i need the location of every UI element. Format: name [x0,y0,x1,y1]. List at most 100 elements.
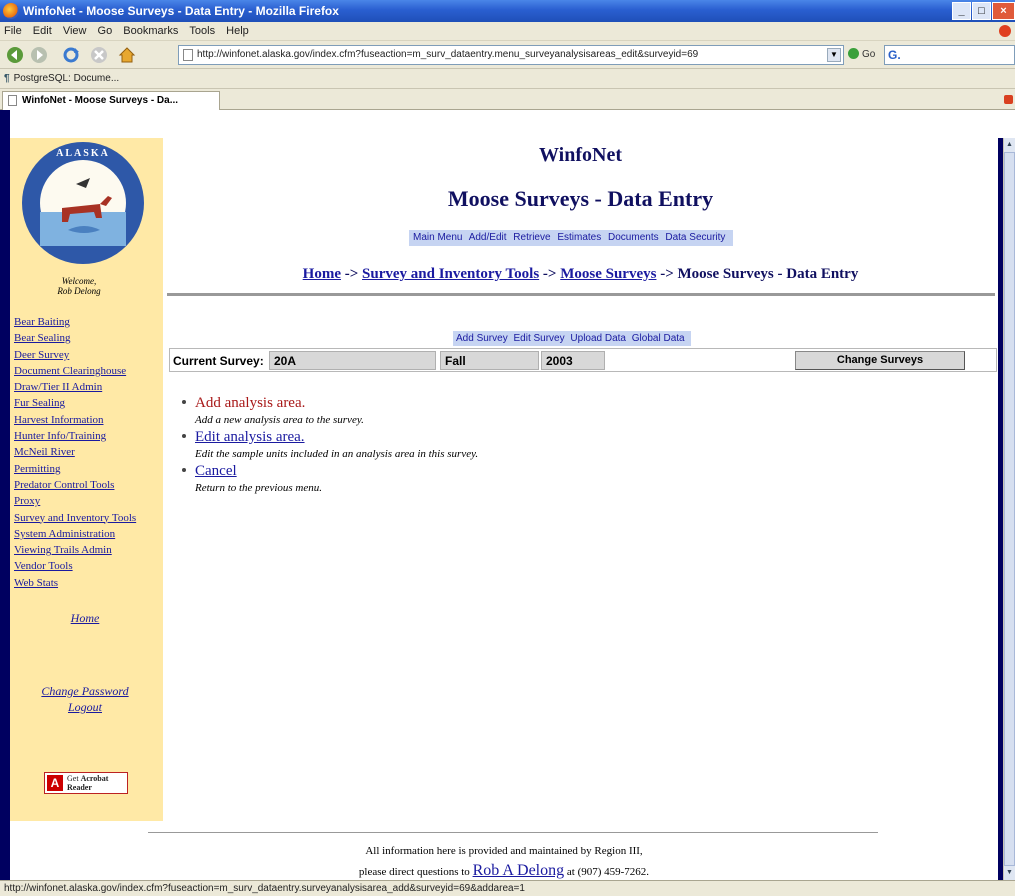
acrobat-get: Get [67,774,79,783]
vertical-scrollbar[interactable]: ▲ ▼ [1003,138,1015,880]
sidebar-item-proxy[interactable]: Proxy [14,493,164,509]
subnav-global-data[interactable]: Global Data [632,333,685,344]
url-dropdown-icon[interactable]: ▼ [827,48,841,62]
bullet-icon [182,400,186,404]
menu-file[interactable]: File [0,22,26,37]
breadcrumb-survey-tools[interactable]: Survey and Inventory Tools [362,266,539,282]
sidebar-item-bear-baiting[interactable]: Bear Baiting [14,314,164,330]
home-icon[interactable] [118,46,136,64]
sidebar-item-predator-control[interactable]: Predator Control Tools [14,477,164,493]
page-icon [183,49,193,61]
footer-divider [148,832,878,833]
scroll-down-icon[interactable]: ▼ [1004,866,1015,880]
breadcrumb-home[interactable]: Home [303,266,341,282]
reload-icon[interactable] [62,46,80,64]
breadcrumb-moose-surveys[interactable]: Moose Surveys [560,266,656,282]
footer-line2-post: at (907) 459-7262. [566,866,650,878]
firefox-icon [3,3,19,19]
sidebar-item-fur-sealing[interactable]: Fur Sealing [14,395,164,411]
sidebar-item-deer-survey[interactable]: Deer Survey [14,347,164,363]
site-title: WinfoNet [539,144,622,166]
tab-winfonet[interactable]: WinfoNet - Moose Surveys - Da... [2,91,220,110]
close-tab-icon[interactable] [1004,95,1013,104]
footer: All information here is provided and mai… [10,842,998,882]
bookmark-label: PostgreSQL: Docume... [13,73,120,84]
forward-arrow-icon[interactable] [30,46,48,64]
nav-data-security[interactable]: Data Security [665,232,725,243]
stop-icon[interactable] [90,46,108,64]
throbber-icon [999,25,1011,37]
url-text[interactable]: http://winfonet.alaska.gov/index.cfm?fus… [197,49,698,60]
list-item: Add analysis area. Add a new analysis ar… [182,394,882,428]
url-bar[interactable]: http://winfonet.alaska.gov/index.cfm?fus… [178,45,844,65]
change-password-link[interactable]: Change Password [41,684,128,698]
logo-text: ALASKA [56,148,110,159]
sidebar-item-hunter-info[interactable]: Hunter Info/Training [14,428,164,444]
nav-retrieve[interactable]: Retrieve [513,232,550,243]
close-window-button[interactable]: × [992,2,1015,20]
current-survey-bar: Current Survey: 20A Fall 2003 Change Sur… [169,348,997,372]
logout-link[interactable]: Logout [68,700,102,714]
bookmarks-toolbar: ¶ PostgreSQL: Docume... [0,69,1015,89]
breadcrumb-separator: -> [340,266,363,282]
subnav-edit-survey[interactable]: Edit Survey [513,333,564,344]
survey-year-field: 2003 [541,351,605,370]
footer-line1: All information here is provided and mai… [365,845,643,857]
restore-button[interactable]: □ [972,2,991,20]
sidebar-item-system-administration[interactable]: System Administration [14,526,164,542]
sidebar: ALASKA Welcome, Rob Delong Bear Baiting … [10,138,163,821]
nav-estimates[interactable]: Estimates [557,232,601,243]
go-button[interactable]: Go [848,48,875,60]
sidebar-item-vendor-tools[interactable]: Vendor Tools [14,558,164,574]
window-title: WinfoNet - Moose Surveys - Data Entry - … [23,4,339,18]
sidebar-item-viewing-trails[interactable]: Viewing Trails Admin [14,542,164,558]
menu-tools[interactable]: Tools [185,22,219,37]
scroll-up-icon[interactable]: ▲ [1004,138,1015,152]
survey-season-field: Fall [440,351,539,370]
list-item: Edit analysis area. Edit the sample unit… [182,428,882,462]
elephant-icon: ¶ [4,73,10,84]
bookmark-postgresql[interactable]: ¶ PostgreSQL: Docume... [4,73,119,84]
nav-documents[interactable]: Documents [608,232,659,243]
menu-help[interactable]: Help [222,22,253,37]
sidebar-item-survey-inventory[interactable]: Survey and Inventory Tools [14,510,164,526]
edit-analysis-area-link[interactable]: Edit analysis area. [195,428,882,446]
menu-edit[interactable]: Edit [29,22,56,37]
sidebar-item-mcneil-river[interactable]: McNeil River [14,444,164,460]
menu-bar: File Edit View Go Bookmarks Tools Help [0,22,1015,41]
nav-add-edit[interactable]: Add/Edit [469,232,507,243]
welcome-label: Welcome, [61,276,97,286]
sidebar-item-harvest-information[interactable]: Harvest Information [14,412,164,428]
current-survey-label: Current Survey: [173,354,264,368]
back-arrow-icon[interactable] [6,46,24,64]
sidebar-item-bear-sealing[interactable]: Bear Sealing [14,330,164,346]
scroll-thumb[interactable] [1004,152,1015,866]
sidebar-item-permitting[interactable]: Permitting [14,461,164,477]
sidebar-item-web-stats[interactable]: Web Stats [14,575,164,591]
tab-label: WinfoNet - Moose Surveys - Da... [22,95,179,106]
subnav-upload-data[interactable]: Upload Data [570,333,626,344]
contact-link[interactable]: Rob A Delong [473,862,565,879]
search-box[interactable]: G. [884,45,1015,65]
welcome-text: Welcome, Rob Delong [10,276,148,296]
minimize-button[interactable]: _ [952,2,971,20]
survey-subnav: Add Survey Edit Survey Upload Data Globa… [453,331,691,346]
sidebar-item-document-clearinghouse[interactable]: Document Clearinghouse [14,363,164,379]
add-analysis-area-link[interactable]: Add analysis area. [195,394,882,412]
cancel-link[interactable]: Cancel [195,462,882,480]
sidebar-links: Bear Baiting Bear Sealing Deer Survey Do… [14,314,164,591]
change-surveys-button[interactable]: Change Surveys [795,351,965,370]
page-top-margin [0,110,1003,138]
go-label: Go [862,49,876,60]
subnav-add-survey[interactable]: Add Survey [456,333,508,344]
menu-view[interactable]: View [59,22,91,37]
menu-bookmarks[interactable]: Bookmarks [119,22,182,37]
get-acrobat-reader-badge[interactable]: A Get Acrobat Reader [44,772,128,794]
breadcrumb: Home -> Survey and Inventory Tools -> Mo… [163,266,998,283]
sidebar-home-link[interactable]: Home [71,611,100,625]
nav-main-menu[interactable]: Main Menu [413,232,462,243]
menu-go[interactable]: Go [94,22,117,37]
acrobat-line1: Acrobat [80,774,109,783]
cancel-desc: Return to the previous menu. [195,482,322,494]
sidebar-item-draw-tier-admin[interactable]: Draw/Tier II Admin [14,379,164,395]
